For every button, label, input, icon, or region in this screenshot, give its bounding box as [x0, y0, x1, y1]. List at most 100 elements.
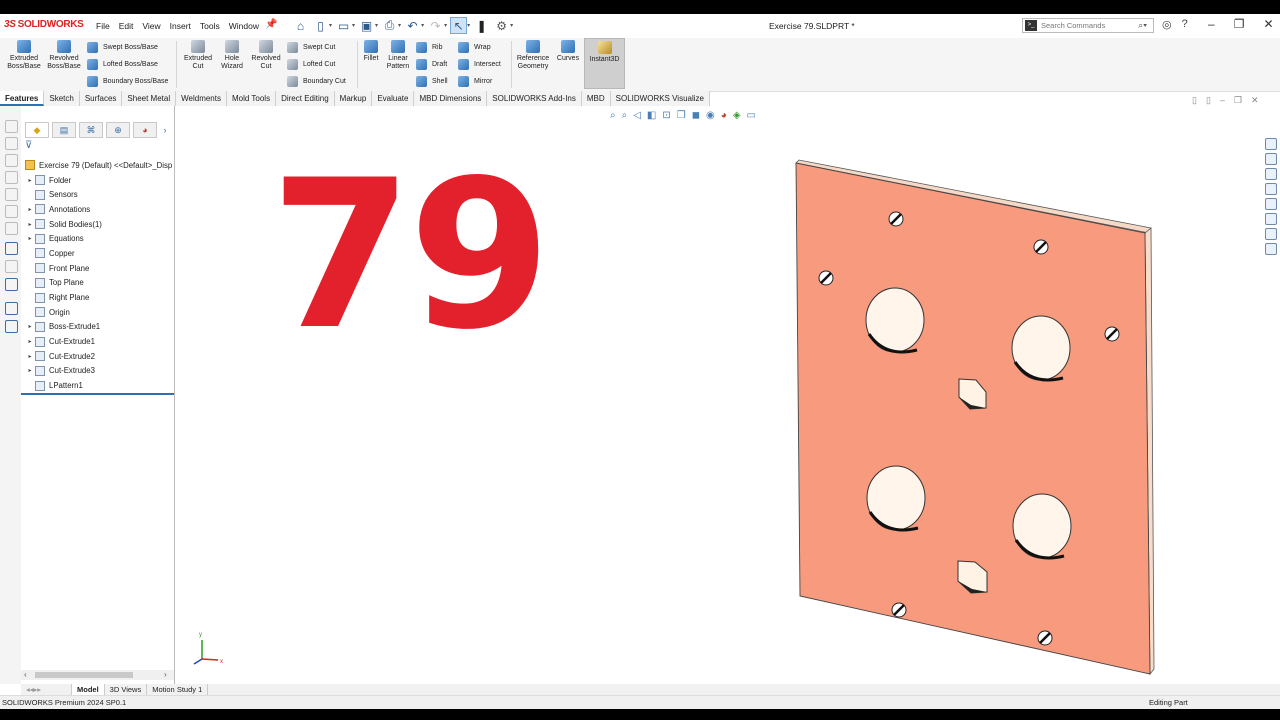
extruded-boss-button[interactable]: Extruded Boss/Base	[5, 40, 43, 71]
apply-scene-icon[interactable]: ◈	[733, 110, 741, 121]
home-icon[interactable]: ⌂	[292, 17, 309, 34]
user-account-icon[interactable]: ◎	[1162, 18, 1172, 31]
fillet-button[interactable]: Fillet	[360, 40, 382, 63]
tree-item[interactable]: Top Plane	[21, 276, 174, 291]
hole-wizard-button[interactable]: Hole Wizard	[216, 40, 248, 71]
doc-minimize-icon[interactable]: –	[1220, 95, 1225, 106]
tab-features[interactable]: Features	[0, 91, 45, 106]
intersect-button[interactable]: Intersect	[458, 59, 501, 70]
tab-solidworks-add-ins[interactable]: SOLIDWORKS Add-Ins	[487, 91, 582, 106]
open-dropdown-icon[interactable]: ▾	[352, 22, 355, 29]
scroll-left-icon[interactable]: ‹	[24, 670, 27, 679]
tab-mbd[interactable]: MBD	[581, 91, 611, 106]
tree-item[interactable]: ▸ Cut-Extrude1	[21, 334, 174, 349]
tab-solidworks-visualize[interactable]: SOLIDWORKS Visualize	[610, 91, 710, 106]
restore-icon[interactable]: ❐	[1234, 17, 1245, 31]
curves-button[interactable]: Curves	[554, 40, 582, 63]
doc-split-icon[interactable]: ▯	[1206, 95, 1211, 106]
dynamic-annotation-icon[interactable]: ⊡	[662, 110, 670, 121]
swept-cut-button[interactable]: Swept Cut	[287, 42, 335, 53]
help-icon[interactable]: ?	[1182, 18, 1188, 31]
view-palette-icon[interactable]	[1265, 183, 1277, 195]
extruded-cut-button[interactable]: Extruded Cut	[180, 40, 216, 71]
search-icon[interactable]: ⌕▾	[1138, 20, 1147, 31]
custom-properties-icon[interactable]	[1265, 213, 1277, 225]
tab-mold-tools[interactable]: Mold Tools	[226, 91, 277, 106]
reference-geometry-button[interactable]: Reference Geometry	[514, 40, 552, 71]
expand-arrow-icon[interactable]: ▸	[25, 221, 35, 228]
strip-tool-icon[interactable]	[5, 188, 18, 201]
linear-pattern-button[interactable]: Linear Pattern	[383, 40, 413, 71]
view-settings-icon[interactable]: ▭	[747, 110, 756, 121]
tree-item[interactable]: Origin	[21, 305, 174, 320]
undo-dropdown-icon[interactable]: ▾	[421, 22, 424, 29]
search-commands-input[interactable]: >_ Search Commands ⌕▾	[1022, 18, 1154, 33]
boundary-cut-button[interactable]: Boundary Cut	[287, 76, 346, 87]
undo-icon[interactable]: ↶	[404, 17, 421, 34]
tab-direct-editing[interactable]: Direct Editing	[276, 91, 335, 106]
tab-markup[interactable]: Markup	[334, 91, 373, 106]
appearances-icon[interactable]	[1265, 198, 1277, 210]
doc-tile-icon[interactable]: ▯	[1192, 95, 1197, 106]
strip-tool-icon[interactable]	[5, 120, 18, 133]
hide-show-items-icon[interactable]: ◉	[706, 110, 715, 121]
previous-view-icon[interactable]: ◁	[633, 110, 641, 121]
pin-menu-icon[interactable]: 📌	[265, 19, 277, 30]
scroll-thumb[interactable]	[35, 672, 133, 678]
tree-item[interactable]: ▸ Solid Bodies(1)	[21, 217, 174, 232]
instant3d-button[interactable]: Instant3D	[584, 38, 625, 89]
chevron-right-icon[interactable]: ›	[160, 122, 170, 138]
horizontal-scrollbar[interactable]: ‹ ›	[21, 670, 174, 680]
solidworks-resources-icon[interactable]	[1265, 138, 1277, 150]
dimxpert-manager-tab-icon[interactable]: ⊕	[106, 122, 130, 138]
mirror-button[interactable]: Mirror	[458, 76, 492, 87]
expand-arrow-icon[interactable]: ▸	[25, 206, 35, 213]
file-explorer-icon[interactable]	[1265, 168, 1277, 180]
design-library-icon[interactable]	[1265, 153, 1277, 165]
edit-appearance-icon[interactable]: ◕	[721, 110, 727, 121]
menu-window[interactable]: Window	[229, 21, 259, 31]
wrap-button[interactable]: Wrap	[458, 42, 491, 53]
strip-tool-icon[interactable]	[5, 278, 18, 291]
menu-view[interactable]: View	[142, 21, 160, 31]
tab-weldments[interactable]: Weldments	[176, 91, 227, 106]
view-orientation-icon[interactable]: ❒	[677, 110, 686, 121]
doc-close-icon[interactable]: ✕	[1251, 95, 1259, 106]
expand-arrow-icon[interactable]: ▸	[25, 323, 35, 330]
revolved-cut-button[interactable]: Revolved Cut	[249, 40, 283, 71]
strip-tool-icon[interactable]	[5, 242, 18, 255]
menu-tools[interactable]: Tools	[200, 21, 220, 31]
display-style-icon[interactable]: ◼	[692, 110, 700, 121]
bottom-tab-nav-icon[interactable]: ◂◂▸▸	[21, 684, 72, 695]
strip-tool-icon[interactable]	[5, 302, 18, 315]
revolved-boss-button[interactable]: Revolved Boss/Base	[45, 40, 83, 71]
shell-button[interactable]: Shell	[416, 76, 448, 87]
strip-tool-icon[interactable]	[5, 154, 18, 167]
tree-root-part[interactable]: Exercise 79 (Default) <<Default>_Disp	[21, 158, 174, 173]
doc-restore-icon[interactable]: ❐	[1234, 95, 1242, 106]
tree-item[interactable]: ▸ Cut-Extrude3	[21, 364, 174, 379]
redo-icon[interactable]: ↷	[427, 17, 444, 34]
expand-arrow-icon[interactable]: ▸	[25, 367, 35, 374]
tab-surfaces[interactable]: Surfaces	[79, 91, 123, 106]
property-manager-tab-icon[interactable]: ▤	[52, 122, 76, 138]
tree-item[interactable]: Copper	[21, 246, 174, 261]
menu-edit[interactable]: Edit	[119, 21, 134, 31]
strip-tool-icon[interactable]	[5, 171, 18, 184]
display-manager-tab-icon[interactable]: ◕	[133, 122, 157, 138]
configuration-manager-tab-icon[interactable]: ⌘	[79, 122, 103, 138]
tab-mbd-dimensions[interactable]: MBD Dimensions	[414, 91, 488, 106]
tab-sketch[interactable]: Sketch	[44, 91, 80, 106]
draft-button[interactable]: Draft	[416, 59, 447, 70]
strip-tool-icon[interactable]	[5, 260, 18, 273]
expand-arrow-icon[interactable]: ▸	[25, 338, 35, 345]
tab-evaluate[interactable]: Evaluate	[372, 91, 415, 106]
tree-item[interactable]: ▸ Cut-Extrude2	[21, 349, 174, 364]
boundary-boss-button[interactable]: Boundary Boss/Base	[87, 76, 168, 87]
tree-item[interactable]: Right Plane	[21, 290, 174, 305]
lofted-boss-button[interactable]: Lofted Boss/Base	[87, 59, 158, 70]
zoom-to-area-icon[interactable]: ⌕	[622, 110, 628, 121]
tab-model[interactable]: Model	[72, 684, 105, 695]
tree-item[interactable]: Sensors	[21, 187, 174, 202]
scroll-right-icon[interactable]: ›	[164, 670, 167, 679]
